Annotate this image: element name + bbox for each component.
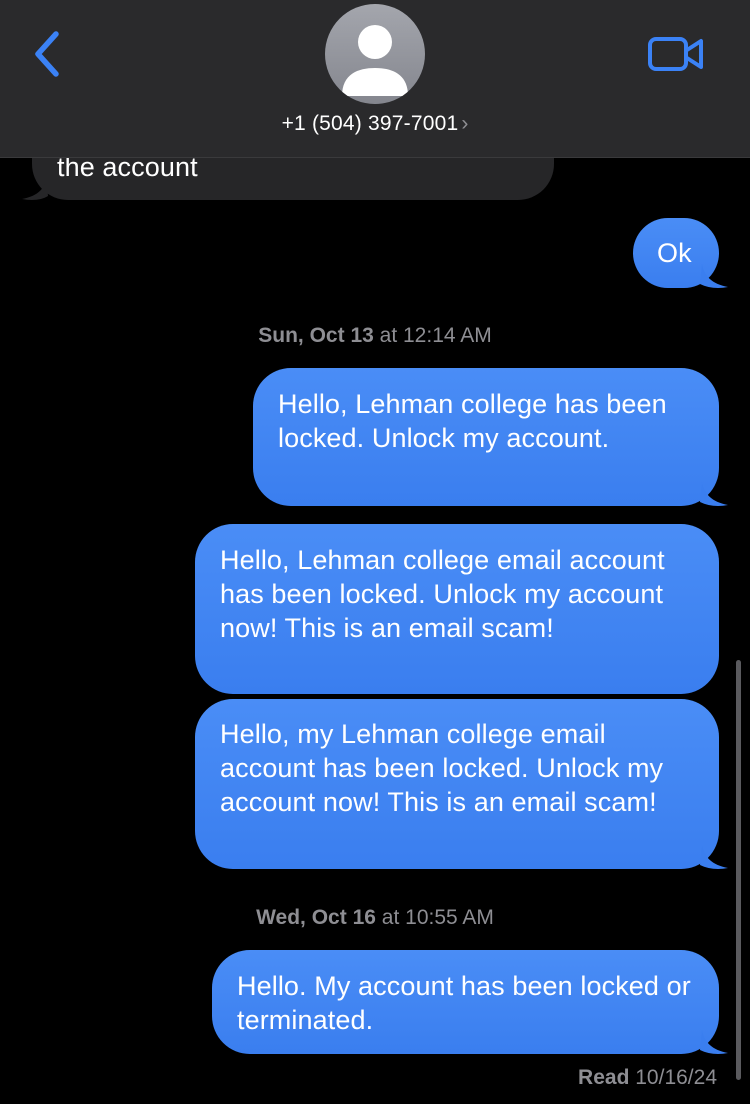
- read-receipt: Read 10/16/24: [578, 1066, 717, 1090]
- timestamp-time: 10:55 AM: [405, 906, 494, 929]
- chevron-left-icon: [35, 31, 59, 77]
- message-text: Hello, Lehman college has been locked. U…: [278, 389, 667, 453]
- contact-name-button[interactable]: +1 (504) 397-7001 ›: [0, 112, 750, 136]
- message-text: Hello, Lehman college email account has …: [220, 545, 665, 643]
- timestamp-divider: Sun, Oct 13 at 12:14 AM: [0, 324, 750, 348]
- bubble-tail-outgoing: [700, 1030, 728, 1054]
- conversation-header: +1 (504) 397-7001 ›: [0, 0, 750, 158]
- read-date: 10/16/24: [635, 1066, 717, 1089]
- bubble-tail-outgoing: [700, 264, 728, 288]
- bubble-tail-outgoing: [700, 482, 728, 506]
- scrollbar-thumb[interactable]: [736, 660, 741, 1080]
- timestamp-divider: Wed, Oct 16 at 10:55 AM: [0, 906, 750, 930]
- timestamp-day: Sun, Oct 13: [258, 324, 374, 347]
- timestamp-day: Wed, Oct 16: [256, 906, 376, 929]
- timestamp-time: 12:14 AM: [403, 324, 492, 347]
- person-silhouette-icon: [342, 25, 408, 96]
- message-text: Hello. My account has been locked or ter…: [237, 971, 691, 1035]
- message-text: Hello, my Lehman college email account h…: [220, 719, 664, 817]
- back-button[interactable]: [26, 28, 70, 80]
- message-text: Ok: [657, 238, 692, 268]
- message-outgoing[interactable]: Hello. My account has been locked or ter…: [212, 950, 719, 1054]
- bubble-tail-outgoing: [700, 845, 728, 869]
- timestamp-at: at: [381, 906, 400, 929]
- facetime-video-button[interactable]: [647, 36, 705, 72]
- contact-name: +1 (504) 397-7001: [281, 112, 459, 135]
- bubble-tail-incoming: [22, 176, 48, 200]
- timestamp-at: at: [379, 324, 398, 347]
- contact-avatar[interactable]: [325, 4, 425, 104]
- video-camera-icon: [648, 37, 703, 71]
- message-outgoing[interactable]: Hello, Lehman college has been locked. U…: [253, 368, 719, 506]
- message-outgoing[interactable]: Hello, my Lehman college email account h…: [195, 699, 719, 869]
- read-label: Read: [578, 1066, 630, 1089]
- chevron-right-icon: ›: [461, 112, 469, 135]
- message-outgoing[interactable]: Hello, Lehman college email account has …: [195, 524, 719, 694]
